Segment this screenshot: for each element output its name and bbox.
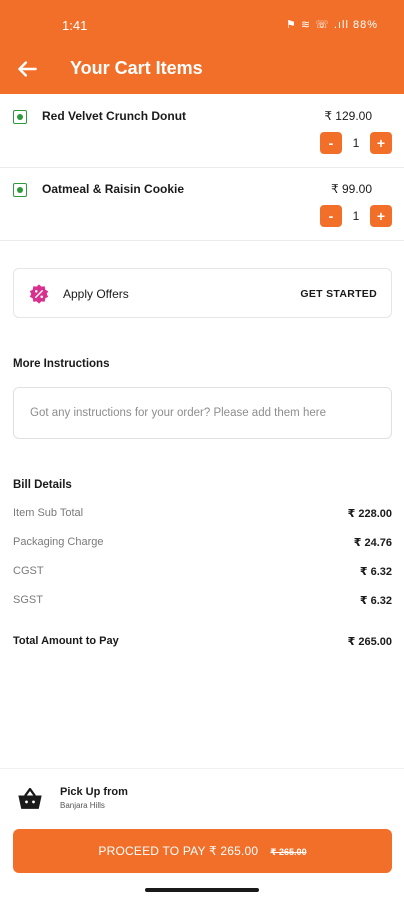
bill-value: ₹ 6.32 [359, 595, 392, 607]
decrease-quantity-button[interactable]: - [320, 132, 342, 154]
bill-value: ₹ 24.76 [353, 537, 392, 549]
veg-indicator-icon [13, 183, 27, 197]
proceed-label: PROCEED TO PAY ₹ 265.00 [98, 844, 259, 858]
item-name: Oatmeal & Raisin Cookie [42, 182, 185, 196]
instructions-input[interactable] [14, 388, 391, 438]
basket-icon [18, 787, 42, 809]
pickup-title: Pick Up from [60, 786, 128, 798]
bill-label: Packaging Charge [13, 536, 104, 548]
increase-quantity-button[interactable]: + [370, 132, 392, 154]
bill-details-title: Bill Details [13, 479, 72, 491]
item-price: ₹ 129.00 [324, 109, 372, 123]
item-quantity: 1 [352, 209, 360, 223]
bill-value: ₹ 228.00 [347, 508, 392, 520]
instructions-box [13, 387, 392, 439]
instructions-title: More Instructions [13, 358, 110, 370]
bill-row: SGST ₹ 6.32 [13, 594, 392, 610]
bill-value: ₹ 6.32 [359, 566, 392, 578]
item-price: ₹ 99.00 [331, 182, 372, 196]
system-nav-bar [0, 882, 404, 900]
bill-label: SGST [13, 594, 43, 606]
total-label: Total Amount to Pay [13, 635, 119, 647]
bill-label: CGST [13, 565, 44, 577]
home-gesture-handle[interactable] [145, 888, 259, 892]
bill-row: Packaging Charge ₹ 24.76 [13, 536, 392, 552]
pickup-location: Banjara Hills [60, 801, 105, 810]
bill-row: Item Sub Total ₹ 228.00 [13, 507, 392, 523]
offer-badge-icon [29, 284, 49, 304]
cart-item: Red Velvet Crunch Donut ₹ 129.00 - 1 + [0, 96, 404, 168]
quantity-stepper: - 1 + [320, 205, 392, 227]
get-started-button[interactable]: GET STARTED [300, 288, 377, 300]
apply-offers-card[interactable]: Apply Offers GET STARTED [13, 268, 392, 318]
item-quantity: 1 [352, 136, 360, 150]
bill-total-row: Total Amount to Pay ₹ 265.00 [13, 635, 392, 651]
apply-offers-label: Apply Offers [63, 287, 129, 301]
page-title: Your Cart Items [70, 58, 203, 78]
status-bar: 1:41 ⚑ ≋ ☏ .ıll 88% [0, 0, 404, 44]
quantity-stepper: - 1 + [320, 132, 392, 154]
pickup-section: Pick Up from Banjara Hills [0, 768, 404, 826]
decrease-quantity-button[interactable]: - [320, 205, 342, 227]
bill-row: CGST ₹ 6.32 [13, 565, 392, 581]
app-bar: Your Cart Items [0, 44, 404, 94]
veg-indicator-icon [13, 110, 27, 124]
proceed-to-pay-button[interactable]: PROCEED TO PAY ₹ 265.00 ₹ 265.00 [13, 829, 392, 873]
total-value: ₹ 265.00 [347, 636, 392, 648]
status-time: 1:41 [62, 18, 88, 33]
increase-quantity-button[interactable]: + [370, 205, 392, 227]
arrow-left-icon[interactable] [14, 56, 40, 82]
strikethrough-price: ₹ 265.00 [270, 847, 307, 857]
cart-item: Oatmeal & Raisin Cookie ₹ 99.00 - 1 + [0, 169, 404, 241]
status-icons: ⚑ ≋ ☏ .ıll 88% [285, 19, 378, 31]
item-name: Red Velvet Crunch Donut [42, 109, 187, 123]
bill-label: Item Sub Total [13, 507, 84, 519]
